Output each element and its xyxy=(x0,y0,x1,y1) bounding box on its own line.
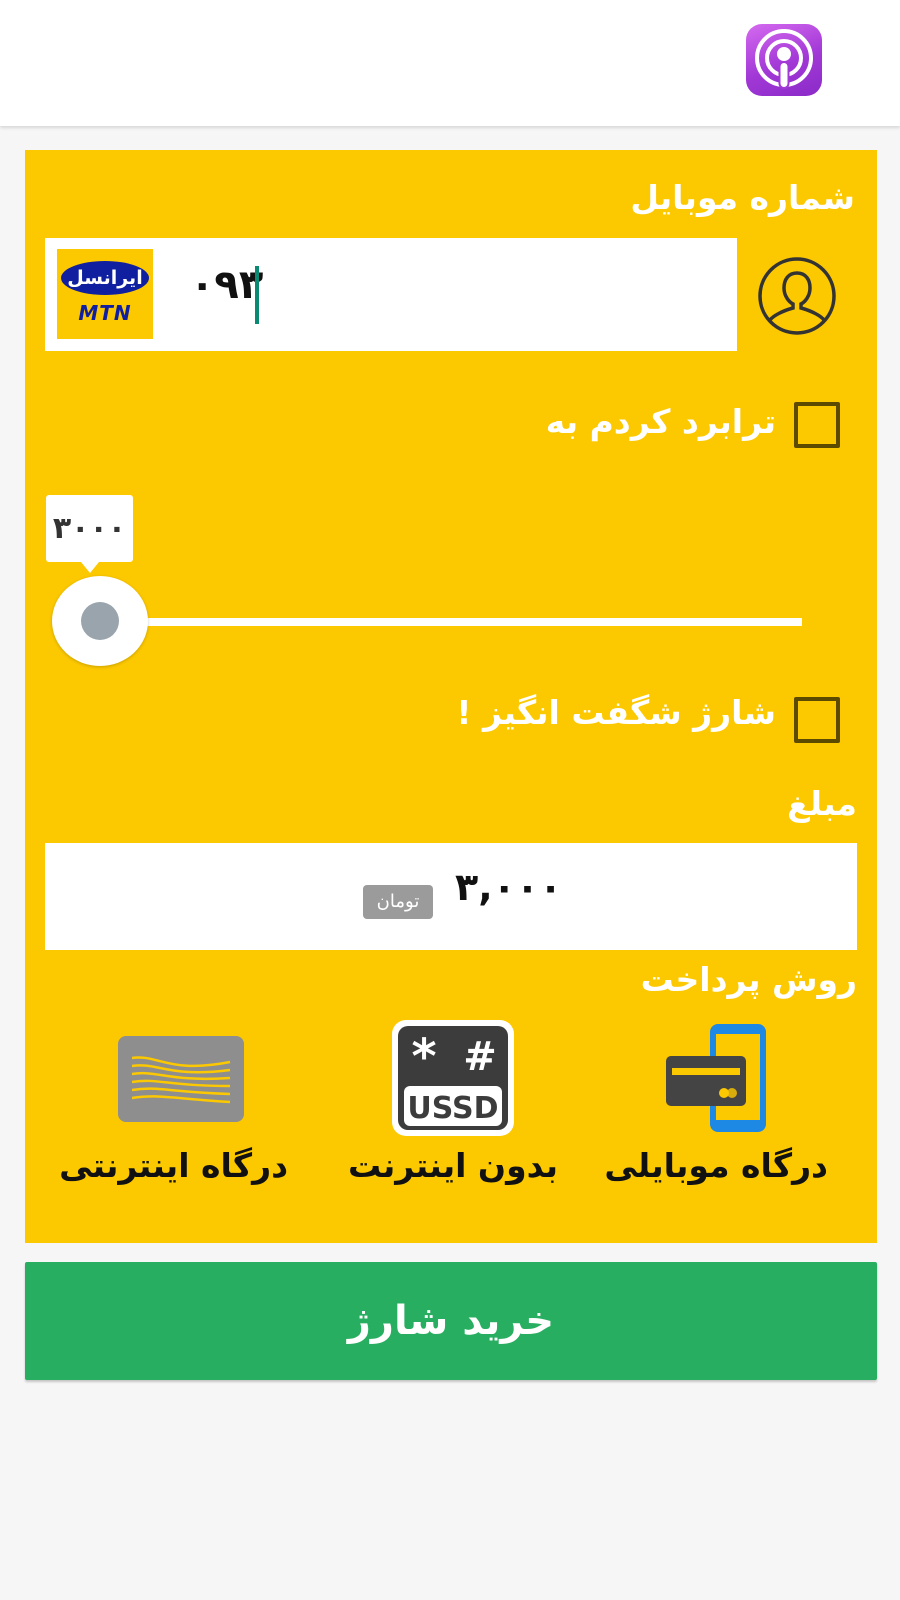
shetab-card-icon xyxy=(118,1036,244,1122)
svg-text:*: * xyxy=(411,1029,436,1085)
empty-bottom-area xyxy=(0,1405,900,1600)
currency-unit-badge: تومان xyxy=(363,885,433,919)
amount-label: مبلغ xyxy=(787,784,857,823)
amount-slider-track[interactable] xyxy=(100,618,802,626)
slider-value-bubble: ۳۰۰۰ xyxy=(46,495,133,573)
phone-value: ۰۹۳ xyxy=(190,262,264,308)
contact-picker-button[interactable] xyxy=(757,256,837,336)
amazing-charge-checkbox[interactable] xyxy=(794,697,840,743)
text-caret xyxy=(255,266,259,324)
operator-logo: ایرانسل MTN xyxy=(57,249,153,339)
transfer-checkbox[interactable] xyxy=(794,402,840,448)
amazing-charge-label: شارژ شگفت انگیز ! xyxy=(456,693,776,732)
payment-method-internet-label: درگاه اینترنتی xyxy=(59,1146,288,1185)
payment-method-mobile-label: درگاه موبایلی xyxy=(604,1146,828,1185)
mobile-label: شماره موبایل xyxy=(630,178,855,217)
buy-charge-button[interactable]: خرید شارژ xyxy=(25,1262,877,1380)
amount-value: ۳,۰۰۰ xyxy=(455,865,563,909)
payment-method-mobile[interactable]: درگاه موبایلی xyxy=(604,1018,828,1198)
mobile-card-icon xyxy=(666,1024,766,1132)
transfer-label: ترابرد کردم به xyxy=(545,402,776,441)
amount-slider-thumb[interactable] xyxy=(52,576,148,666)
person-icon xyxy=(758,257,836,335)
ussd-icon-text: USSD xyxy=(407,1091,498,1126)
operator-name-fa: ایرانسل xyxy=(61,261,149,295)
operator-name-en: MTN xyxy=(78,301,132,325)
payment-method-title: روش پرداخت xyxy=(640,960,857,999)
slider-thumb-dot xyxy=(81,602,119,640)
podcast-icon[interactable] xyxy=(746,24,822,96)
ussd-icon: * # USSD xyxy=(392,1020,514,1136)
phone-input[interactable]: ایرانسل MTN ۰۹۳ xyxy=(45,238,737,351)
payment-method-ussd-label: بدون اینترنت xyxy=(347,1146,559,1185)
payment-method-internet[interactable]: درگاه اینترنتی xyxy=(59,1018,288,1198)
payment-method-ussd[interactable]: * # USSD بدون اینترنت xyxy=(345,1018,561,1198)
svg-text:#: # xyxy=(463,1034,497,1080)
top-bar xyxy=(0,0,900,126)
amount-field[interactable]: ۳,۰۰۰ تومان xyxy=(45,843,857,950)
